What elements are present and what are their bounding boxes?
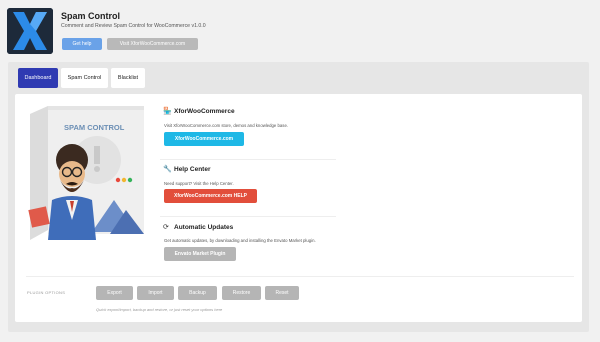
- options-divider: [26, 276, 574, 277]
- xforwoocommerce-button[interactable]: XforWooCommerce.com: [164, 132, 244, 146]
- backup-button[interactable]: Backup: [178, 286, 217, 300]
- xforwoocommerce-logo-icon: [7, 8, 53, 54]
- plugin-logo: [7, 8, 53, 54]
- help-section-title: Help Center: [174, 166, 211, 173]
- tab-spam-control[interactable]: Spam Control: [61, 68, 108, 88]
- tab-dashboard[interactable]: Dashboard: [18, 68, 58, 88]
- product-box-label: SPAM CONTROL: [64, 123, 125, 132]
- page-title: Spam Control: [61, 11, 121, 21]
- import-button[interactable]: Import: [137, 286, 174, 300]
- updates-section-title: Automatic Updates: [174, 224, 234, 231]
- product-box-image: SPAM CONTROL: [28, 106, 144, 240]
- get-help-button[interactable]: Get help: [62, 38, 102, 50]
- xfor-section-title: XforWooCommerce: [174, 108, 235, 115]
- section-divider: [160, 216, 336, 217]
- visit-site-button[interactable]: Visit XforWooCommerce.com: [107, 38, 198, 50]
- help-section-description: Need support? Visit the Help Center.: [164, 181, 234, 186]
- tab-blacklist[interactable]: Blacklist: [111, 68, 145, 88]
- updates-section-description: Get automatic updates, by downloading an…: [164, 238, 316, 243]
- shop-icon: 🏪: [163, 108, 172, 115]
- restore-button[interactable]: Restore: [222, 286, 261, 300]
- xfor-section-description: Visit XforWooCommerce.com store, demos a…: [164, 123, 289, 128]
- help-center-button[interactable]: XforWooCommerce.com HELP: [164, 189, 257, 203]
- page-subtitle: Comment and Review Spam Control for WooC…: [61, 23, 206, 29]
- plugin-options-label: PLUGIN OPTIONS: [27, 290, 66, 295]
- section-divider: [160, 159, 336, 160]
- wrench-icon: 🔧: [163, 166, 172, 173]
- envato-market-button[interactable]: Envato Market Plugin: [164, 247, 236, 261]
- refresh-icon: ⟳: [163, 224, 169, 231]
- plugin-options-help: Quick export/import, backup and restore,…: [96, 307, 223, 312]
- export-button[interactable]: Export: [96, 286, 133, 300]
- reset-button[interactable]: Reset: [265, 286, 299, 300]
